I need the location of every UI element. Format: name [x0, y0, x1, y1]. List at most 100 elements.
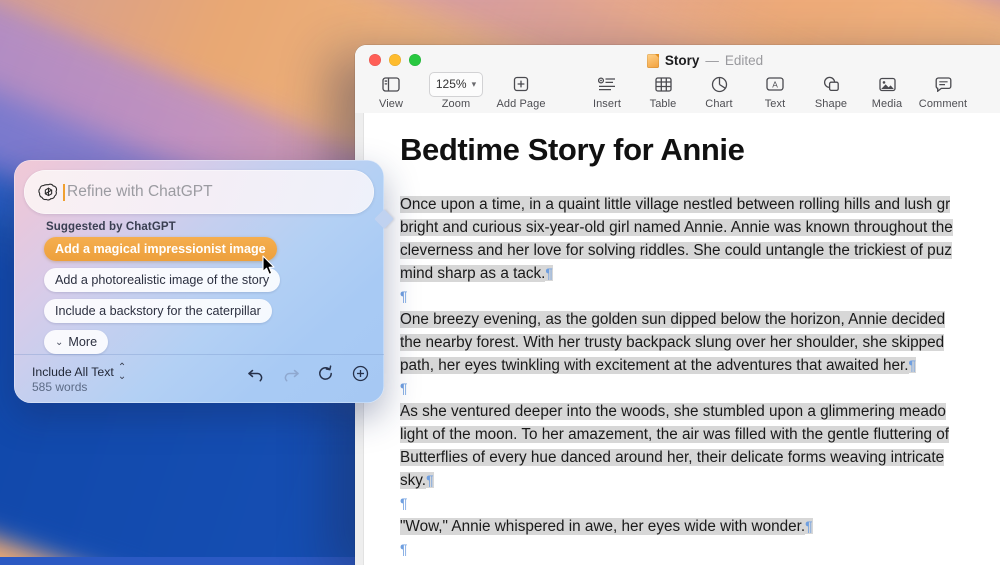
openai-logo-icon: [38, 182, 59, 203]
toolbar-label-chart: Chart: [705, 98, 732, 110]
toolbar-label-add-page: Add Page: [496, 98, 545, 110]
toolbar-label-shape: Shape: [815, 98, 847, 110]
paragraph-line[interactable]: bright and curious six-year-old girl nam…: [400, 216, 1000, 239]
pilcrow-mark: ¶: [545, 265, 553, 281]
paragraph-text: mind sharp as a tack.: [400, 265, 545, 282]
toolbar-button-chart[interactable]: Chart: [691, 73, 747, 110]
toolbar-label-insert: Insert: [593, 98, 621, 110]
chatgpt-prompt-placeholder: Refine with ChatGPT: [67, 183, 213, 201]
pages-toolbar: View 125% ▾ Zoom Add Page: [355, 69, 1000, 117]
paragraph-text: One breezy evening, as the golden sun di…: [400, 311, 945, 328]
suggestion-label: Add a magical impressionist image: [55, 242, 266, 256]
paragraph-text: Butterflies of every hue danced around h…: [400, 449, 944, 466]
shapes-icon: [823, 73, 840, 95]
suggestion-label: Include a backstory for the caterpillar: [55, 304, 261, 318]
toolbar-button-media[interactable]: Media: [859, 73, 915, 110]
paragraph-line[interactable]: cleverness and her love for solving ridd…: [400, 239, 1000, 262]
sidebar-icon: [382, 73, 400, 95]
paragraph-text: the nearby forest. With her trusty backp…: [400, 334, 944, 351]
pie-chart-icon: [711, 73, 728, 95]
paragraph-line[interactable]: One breezy evening, as the golden sun di…: [400, 308, 1000, 331]
paragraph-line[interactable]: path, her eyes twinkling with excitement…: [400, 354, 1000, 377]
paragraph-text: "Wow," Annie whispered in awe, her eyes …: [400, 518, 805, 535]
toolbar-label-media: Media: [872, 98, 902, 110]
paragraph-line[interactable]: mind sharp as a tack.¶: [400, 262, 1000, 285]
suggestion-chip-photorealistic[interactable]: Add a photorealistic image of the story: [44, 268, 280, 292]
toolbar-button-add-page[interactable]: Add Page: [493, 73, 549, 110]
refresh-icon[interactable]: [316, 364, 335, 383]
pilcrow-mark: ¶: [426, 472, 434, 488]
plus-square-icon: [513, 73, 529, 95]
paragraph-blank[interactable]: ¶: [400, 492, 1000, 515]
pages-document-icon: [647, 54, 659, 68]
title-separator: —: [705, 53, 719, 68]
paragraph-text: path, her eyes twinkling with excitement…: [400, 357, 909, 374]
toolbar-label-view: View: [379, 98, 403, 110]
paragraph-text: bright and curious six-year-old girl nam…: [400, 219, 953, 236]
chevron-down-icon: ▾: [472, 79, 477, 90]
zoom-value-box[interactable]: 125% ▾: [429, 73, 483, 95]
suggestion-label: Add a photorealistic image of the story: [55, 273, 269, 287]
word-count-label: 585 words: [32, 380, 87, 394]
zoom-value: 125%: [436, 77, 467, 91]
undo-arrow-icon[interactable]: [246, 364, 265, 383]
redo-arrow-icon[interactable]: [281, 364, 300, 383]
toolbar-button-comment[interactable]: Comment: [915, 73, 971, 110]
insert-list-icon: [598, 73, 616, 95]
paragraph-text: Once upon a time, in a quaint little vil…: [400, 196, 950, 213]
pilcrow-mark: ¶: [400, 495, 408, 511]
toolbar-label-text: Text: [765, 98, 786, 110]
toolbar-button-text[interactable]: A Text: [747, 73, 803, 110]
pilcrow-mark: ¶: [400, 380, 408, 396]
include-scope-selector[interactable]: Include All Text ⌃⌄: [32, 363, 126, 381]
toolbar-label-table: Table: [650, 98, 677, 110]
text-caret: [63, 184, 65, 201]
toolbar-button-view[interactable]: View: [363, 73, 419, 110]
toolbar-label-zoom: Zoom: [442, 98, 471, 110]
chevron-down-icon: ⌄: [55, 337, 63, 348]
document-canvas[interactable]: Bedtime Story for Annie Once upon a time…: [355, 113, 1000, 565]
stepper-icon: ⌃⌄: [118, 363, 126, 381]
pilcrow-mark: ¶: [400, 541, 408, 557]
document-edit-state: Edited: [725, 53, 763, 68]
paragraph-line[interactable]: As she ventured deeper into the woods, s…: [400, 400, 1000, 423]
paragraph-line[interactable]: "Wow," Annie whispered in awe, her eyes …: [400, 515, 1000, 538]
photo-icon: [879, 73, 896, 95]
paragraph-blank[interactable]: ¶: [400, 377, 1000, 400]
paragraph-line[interactable]: sky.¶: [400, 469, 1000, 492]
suggestion-label: More: [68, 335, 97, 349]
paragraph-line[interactable]: Butterflies of every hue danced around h…: [400, 446, 1000, 469]
svg-text:A: A: [772, 79, 778, 89]
chatgpt-refine-panel: Refine with ChatGPT Suggested by ChatGPT…: [14, 160, 384, 403]
document-text-body[interactable]: Bedtime Story for Annie Once upon a time…: [400, 133, 1000, 561]
paragraph-blank[interactable]: ¶: [400, 285, 1000, 308]
paragraph-line[interactable]: light of the moon. To her amazement, the…: [400, 423, 1000, 446]
suggestion-chip-more[interactable]: ⌄ More: [44, 330, 108, 354]
paragraph-blank[interactable]: ¶: [400, 538, 1000, 561]
toolbar-button-table[interactable]: Table: [635, 73, 691, 110]
paragraph-text: As she ventured deeper into the woods, s…: [400, 403, 946, 420]
paragraph-text: sky.: [400, 472, 426, 489]
pages-window: Story — Edited View 125% ▾ Zoom: [355, 45, 1000, 565]
pilcrow-mark: ¶: [805, 518, 813, 534]
document-name[interactable]: Story: [665, 53, 700, 68]
suggested-section-label: Suggested by ChatGPT: [46, 221, 176, 233]
plus-circle-icon[interactable]: [351, 364, 370, 383]
panel-action-group: [246, 364, 370, 383]
toolbar-button-shape[interactable]: Shape: [803, 73, 859, 110]
pilcrow-mark: ¶: [909, 357, 917, 373]
paragraph-list: Once upon a time, in a quaint little vil…: [400, 193, 1000, 561]
panel-footer: Include All Text ⌃⌄ 585 words: [14, 354, 384, 403]
toolbar-zoom-control[interactable]: 125% ▾ Zoom: [419, 73, 493, 110]
table-icon: [655, 73, 672, 95]
toolbar-button-insert[interactable]: Insert: [579, 73, 635, 110]
suggestion-chip-magical-impressionist[interactable]: Add a magical impressionist image: [44, 237, 277, 261]
chatgpt-prompt-input[interactable]: Refine with ChatGPT: [24, 170, 374, 214]
paragraph-line[interactable]: the nearby forest. With her trusty backp…: [400, 331, 1000, 354]
suggestion-chip-backstory[interactable]: Include a backstory for the caterpillar: [44, 299, 272, 323]
paragraph-text: cleverness and her love for solving ridd…: [400, 242, 952, 259]
paragraph-line[interactable]: Once upon a time, in a quaint little vil…: [400, 193, 1000, 216]
comment-bubble-icon: [935, 73, 952, 95]
page-title: Bedtime Story for Annie: [400, 133, 1000, 167]
document-title-group: Story — Edited: [355, 52, 1000, 69]
